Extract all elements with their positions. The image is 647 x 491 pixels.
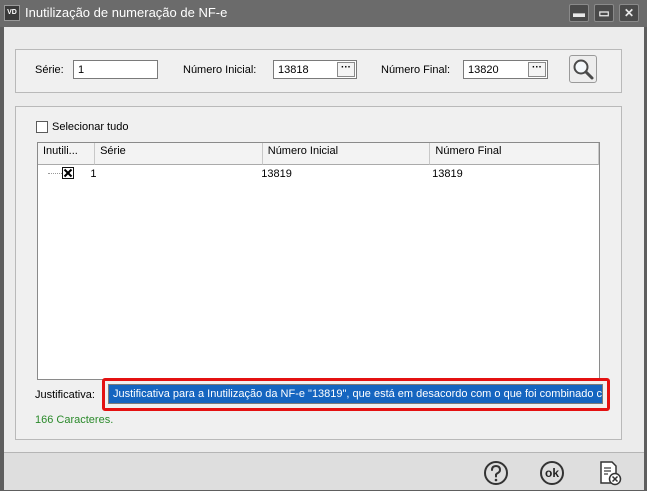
window-title: Inutilização de numeração de NF-e <box>25 5 228 20</box>
column-header-serie[interactable]: Série <box>95 143 263 165</box>
serie-input[interactable]: 1 <box>73 60 158 79</box>
select-all-label: Selecionar tudo <box>52 121 129 133</box>
close-icon: ✕ <box>623 6 635 20</box>
column-header-numero-final[interactable]: Número Final <box>430 143 600 165</box>
justificativa-input[interactable]: Justificativa para a Inutilização da NF-… <box>108 384 603 404</box>
row-numero-final: 13819 <box>432 167 463 180</box>
justificativa-label: Justificativa: <box>35 389 95 401</box>
row-checkbox-cell <box>38 165 85 182</box>
justificativa-text: Justificativa para a Inutilização da NF-… <box>109 385 602 403</box>
serie-label: Série: <box>35 64 64 76</box>
row-serie: 1 <box>90 167 97 180</box>
numero-final-value: 13820 <box>468 64 499 76</box>
grid-header: Inutili... Série Número Inicial Número F… <box>38 143 600 165</box>
character-count: 166 Caracteres. <box>35 414 114 426</box>
maximize-icon: ▭ <box>598 6 610 20</box>
exit-button[interactable] <box>595 459 623 487</box>
nfe-grid: Inutili... Série Número Inicial Número F… <box>37 142 600 380</box>
checkmark-x-icon <box>63 168 73 178</box>
numero-inicial-lookup-button[interactable]: ··· <box>337 62 355 77</box>
minimize-icon: ▬ <box>573 6 585 20</box>
row-checkbox[interactable] <box>62 167 74 179</box>
exit-document-icon <box>600 461 622 486</box>
row-numero-inicial: 13819 <box>261 167 292 180</box>
maximize-button[interactable]: ▭ <box>594 4 614 22</box>
numero-inicial-label: Número Inicial: <box>183 64 257 76</box>
ok-button[interactable]: ok <box>538 459 566 487</box>
search-button[interactable] <box>569 55 597 83</box>
column-header-inutilizar[interactable]: Inutili... <box>38 143 96 165</box>
magnifier-icon <box>573 59 594 80</box>
select-all-checkbox[interactable] <box>36 121 48 133</box>
column-header-numero-inicial[interactable]: Número Inicial <box>262 143 431 165</box>
help-button[interactable] <box>482 459 510 487</box>
app-icon: VD <box>4 5 20 21</box>
numero-final-label: Número Final: <box>381 64 451 76</box>
minimize-button[interactable]: ▬ <box>569 4 589 22</box>
tree-line <box>48 173 62 174</box>
numero-inicial-value: 13818 <box>278 64 309 76</box>
help-icon <box>484 461 508 485</box>
numero-final-lookup-button[interactable]: ··· <box>528 62 546 77</box>
close-button[interactable]: ✕ <box>619 4 639 22</box>
ok-label: ok <box>544 466 559 480</box>
table-row[interactable]: 1 13819 13819 <box>38 165 599 182</box>
